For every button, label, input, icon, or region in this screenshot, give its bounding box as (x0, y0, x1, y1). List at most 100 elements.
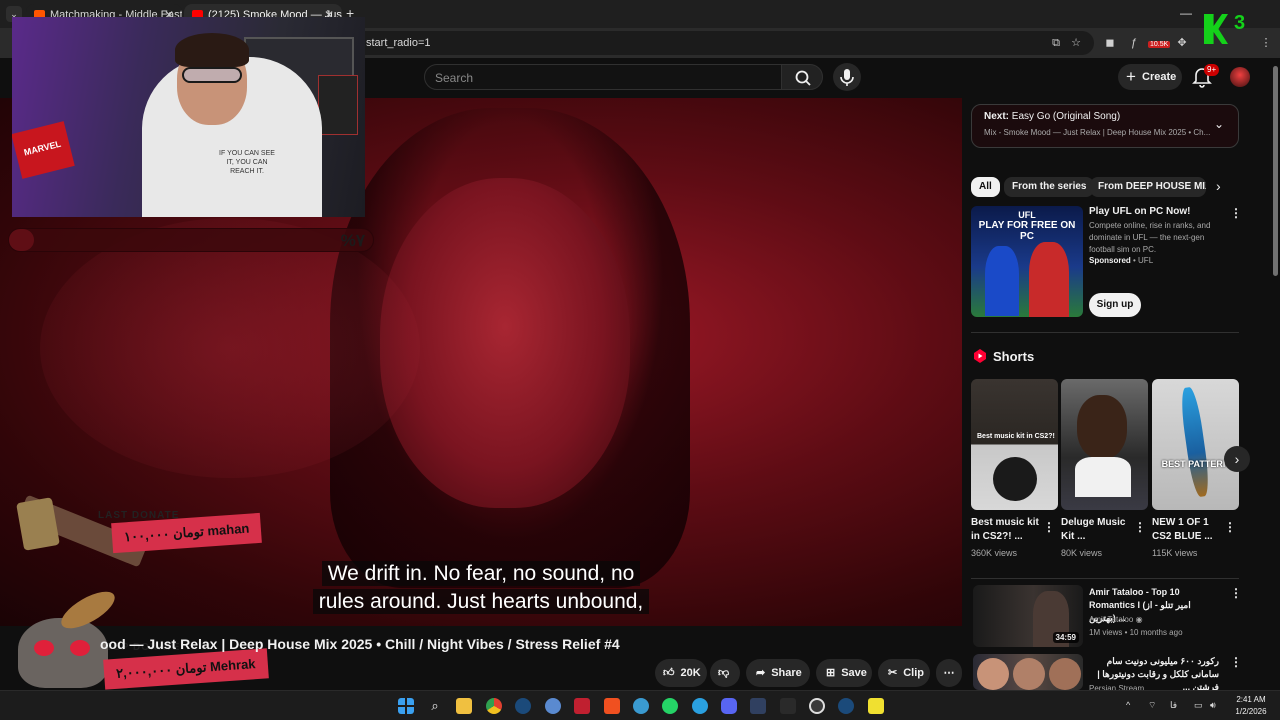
channel-name[interactable]: Persian Stream (1089, 682, 1144, 690)
save-playlist-icon: ⊞ (826, 667, 836, 679)
owl-graphic (14, 584, 120, 690)
ad-thumbnail[interactable]: UFL PLAY FOR FREE ON PC (971, 206, 1083, 317)
donation-goal-bar: %۷ (8, 228, 374, 252)
thumb-face (977, 658, 1009, 690)
video-thumbnail[interactable]: 34:59 (973, 585, 1083, 647)
microphone-icon (840, 69, 854, 86)
more-horizontal-icon: ⋯ (943, 667, 955, 679)
telegram-icon[interactable] (692, 698, 708, 714)
wifi-icon[interactable]: ⌔ (1148, 700, 1156, 711)
donation-goal-fill (9, 229, 35, 251)
thumb-face (1049, 658, 1081, 690)
short-title[interactable]: Deluge Music Kit ... (1061, 516, 1131, 544)
short-thumbnail[interactable] (1061, 379, 1148, 510)
brave-icon[interactable] (604, 698, 620, 714)
thumbs-down-icon: 👎︎ (718, 667, 730, 679)
chip-from-channel[interactable]: From DEEP HOUSE MIX 2 (1090, 177, 1206, 197)
whatsapp-icon[interactable] (662, 698, 678, 714)
windows-start-icon[interactable] (398, 698, 414, 714)
menu-dots-icon[interactable]: ⋮ (1258, 35, 1274, 51)
steam-icon[interactable] (838, 698, 854, 714)
scrollbar-thumb[interactable] (1273, 66, 1278, 276)
ad-player-left (985, 246, 1019, 316)
more-actions-button[interactable]: ⋯ (936, 659, 962, 687)
clock-time: 2:41 AM (1236, 695, 1266, 704)
short-menu-icon[interactable]: ⋮ (1134, 520, 1146, 534)
short-views: 115K views (1152, 548, 1198, 558)
ad-title[interactable]: Play UFL on PC Now! (1089, 206, 1191, 217)
network-icon[interactable]: ▭ (1194, 700, 1203, 711)
volume-icon[interactable]: 🔊︎ (1210, 700, 1216, 711)
short-title[interactable]: NEW 1 OF 1 CS2 BLUE ... (1152, 516, 1222, 544)
sticky-notes-icon[interactable] (868, 698, 884, 714)
short-thumbnail[interactable]: Best music kit in CS2?! (971, 379, 1058, 510)
chevron-down-icon[interactable]: ⌄ (1214, 117, 1224, 131)
windows-taskbar: ⌕ ^ ⌔ فا ▭ 🔊︎ 2:41 AM 1/2/2026 (0, 690, 1280, 720)
app-icon[interactable] (545, 698, 561, 714)
video-menu-icon[interactable]: ⋮ (1230, 655, 1242, 669)
ad-menu-icon[interactable]: ⋮ (1230, 206, 1242, 220)
video-menu-icon[interactable]: ⋮ (1230, 586, 1242, 600)
chip-all[interactable]: All (971, 177, 1000, 197)
steam-icon[interactable] (515, 698, 531, 714)
extension-icon[interactable]: ƒ (1126, 35, 1142, 51)
ad-thumb-logo: UFL (1018, 210, 1036, 220)
top-donate-banner: ۲,۰۰۰,۰۰۰ تومان Mehrak (103, 648, 269, 690)
short-thumb-knife (1178, 386, 1212, 498)
app-icon[interactable] (574, 698, 590, 714)
bookmark-star-icon[interactable]: ☆ (1068, 35, 1084, 51)
ad-meta: Sponsored • UFL (1089, 256, 1154, 265)
verified-icon: ◉ (1135, 615, 1143, 624)
chevron-right-icon[interactable]: › (1216, 178, 1221, 194)
short-views: 80K views (1061, 548, 1103, 558)
account-avatar[interactable] (1230, 67, 1250, 87)
search-input[interactable]: Search (424, 64, 782, 90)
channel-name[interactable]: Amir Tataloo ◉ (1089, 613, 1143, 626)
obs-icon[interactable] (809, 698, 825, 714)
save-button[interactable]: ⊞ Save (816, 659, 872, 687)
search-button[interactable] (781, 64, 823, 90)
clock-date: 1/2/2026 (1235, 707, 1267, 716)
page-scrollbar[interactable] (1271, 58, 1280, 690)
file-explorer-icon[interactable] (456, 698, 472, 714)
app-icon[interactable] (750, 698, 766, 714)
taskbar-clock[interactable]: 2:41 AM 1/2/2026 (1226, 694, 1276, 718)
short-title[interactable]: Best music kit in CS2?! ... (971, 516, 1041, 544)
install-app-icon[interactable]: ⧉ (1048, 35, 1064, 51)
webcam-pillow: MARVEL (12, 121, 75, 179)
minimize-button[interactable]: — (1180, 6, 1192, 20)
search-icon[interactable]: ⌕ (427, 698, 443, 714)
extensions-puzzle-icon[interactable]: ✥ (1174, 35, 1190, 51)
video-thumbnail[interactable] (973, 654, 1083, 690)
share-button[interactable]: ➦ Share (746, 659, 810, 687)
language-indicator[interactable]: فا (1170, 700, 1177, 711)
app-icon[interactable] (633, 698, 649, 714)
shorts-heading: Shorts (993, 349, 1035, 364)
voice-search-button[interactable] (833, 63, 861, 91)
plus-icon: + (1126, 67, 1136, 86)
short-thumb-text: Best music kit in CS2?! (977, 433, 1055, 440)
short-thumbnail[interactable]: BEST PATTERN (1152, 379, 1239, 510)
chip-from-series[interactable]: From the series (1004, 177, 1095, 197)
tray-chevron-icon[interactable]: ^ (1126, 700, 1130, 710)
webcam-person-hair (175, 33, 249, 67)
shorts-next-button[interactable]: › (1224, 446, 1250, 472)
streamer-webcam: IF YOU CAN SEE IT, YOU CAN REACH IT. MAR… (12, 17, 365, 217)
screen: ⌄ Matchmaking - Middle East 5v5 ✕ (2125)… (0, 0, 1280, 720)
clip-button[interactable]: ✂ Clip (878, 659, 930, 687)
create-button[interactable]: + Create (1118, 64, 1182, 90)
ad-thumb-headline: PLAY FOR FREE ON PC (978, 220, 1076, 242)
extension-icon[interactable]: ◼ (1102, 35, 1118, 51)
short-menu-icon[interactable]: ⋮ (1224, 520, 1236, 534)
autoplay-next-card[interactable]: Next: Easy Go (Original Song) Mix - Smok… (971, 104, 1239, 148)
thumbs-up-icon: 👍︎ (663, 667, 675, 679)
like-button[interactable]: 👍︎ 20K (655, 659, 707, 687)
short-menu-icon[interactable]: ⋮ (1043, 520, 1055, 534)
sign-up-button[interactable]: Sign up (1089, 293, 1141, 317)
discord-icon[interactable] (721, 698, 737, 714)
chrome-icon[interactable] (486, 698, 502, 714)
dislike-button[interactable]: 👎︎ (710, 659, 740, 687)
app-icon[interactable] (780, 698, 796, 714)
short-thumb-collar (1075, 457, 1131, 497)
extension-badge[interactable]: 10.5K (1148, 41, 1171, 48)
